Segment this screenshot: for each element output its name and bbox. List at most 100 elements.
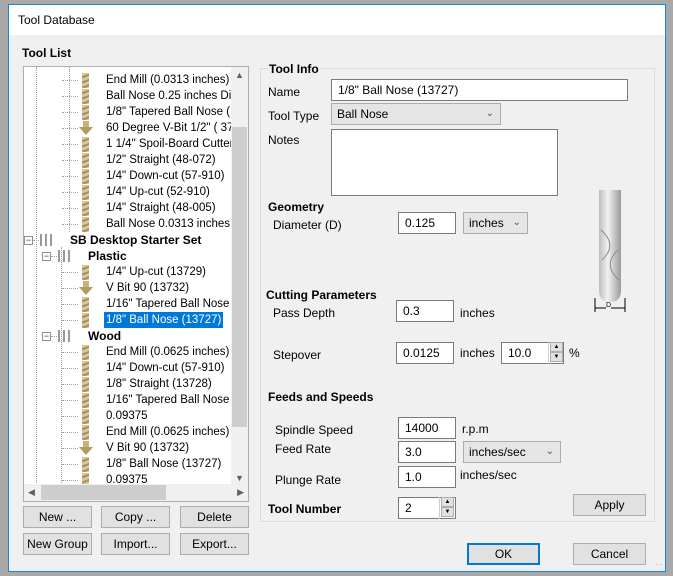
vertical-scrollbar[interactable]: ▲ ▼ bbox=[231, 67, 248, 486]
stepover-percent-spinner[interactable]: ▲ ▼ bbox=[548, 342, 564, 364]
tree-connector bbox=[62, 192, 78, 193]
tool-number-spinner[interactable]: ▲ ▼ bbox=[439, 497, 455, 519]
tree-item[interactable]: 1/2" Straight (48-072) bbox=[24, 152, 234, 168]
horizontal-scroll-thumb[interactable] bbox=[41, 485, 166, 500]
tree-item[interactable]: 1/4" Straight (48-005) bbox=[24, 200, 234, 216]
spin-up-icon[interactable]: ▲ bbox=[550, 342, 563, 352]
tree-item[interactable]: V Bit 90 (13732) bbox=[24, 440, 234, 456]
chevron-down-icon: ⌄ bbox=[512, 217, 521, 228]
tree-item[interactable]: End Mill (0.0625 inches) bbox=[24, 424, 234, 440]
notes-textarea[interactable] bbox=[331, 129, 558, 196]
tree-connector bbox=[62, 176, 78, 177]
diameter-units-select[interactable]: inches ⌄ bbox=[463, 212, 528, 234]
delete-button[interactable]: Delete bbox=[180, 506, 249, 528]
name-label: Name bbox=[268, 85, 301, 99]
tree-connector bbox=[62, 464, 78, 465]
tree-item-label: Ball Nose 0.0313 inches Di bbox=[106, 218, 245, 230]
collapse-icon[interactable]: − bbox=[42, 332, 51, 341]
tree-item[interactable]: 1/8" Ball Nose (13727) bbox=[24, 456, 234, 472]
feed-rate-input[interactable]: 3.0 bbox=[398, 441, 456, 463]
new-group-button[interactable]: New Group bbox=[23, 533, 92, 555]
tree-item[interactable]: 1/8" Ball Nose (13727) bbox=[24, 311, 234, 329]
vertical-scroll-thumb[interactable] bbox=[232, 127, 247, 427]
end-mill-icon bbox=[82, 137, 89, 152]
tree-item-label: End Mill (0.0313 inches) bbox=[106, 74, 230, 86]
tree-item[interactable]: 1/16" Tapered Ball Nose (1 bbox=[24, 392, 243, 408]
scroll-left-icon[interactable]: ◀ bbox=[28, 487, 35, 498]
diameter-input[interactable]: 0.125 bbox=[398, 212, 456, 234]
tree-connector bbox=[62, 288, 78, 289]
tree-item[interactable]: Ball Nose 0.25 inches Dia bbox=[24, 88, 238, 104]
tree-item[interactable]: End Mill (0.0625 inches) bbox=[24, 344, 234, 360]
horizontal-scrollbar[interactable]: ◀ ▶ bbox=[24, 484, 248, 501]
end-mill-icon bbox=[82, 377, 89, 392]
export-button[interactable]: Export... bbox=[180, 533, 249, 555]
tree-item-label: 60 Degree V-Bit 1/2" ( 37- bbox=[106, 122, 238, 134]
resize-grip-icon[interactable]: ⋯ bbox=[655, 560, 663, 569]
pass-depth-input[interactable]: 0.3 bbox=[396, 300, 454, 322]
tree-item-label: 1/4" Down-cut (57-910) bbox=[106, 170, 225, 182]
ball-nose-cutter-diagram-icon bbox=[594, 190, 626, 312]
tree-item[interactable]: 1/4" Down-cut (57-910) bbox=[24, 360, 234, 376]
tree-item[interactable]: 1 1/4" Spoil-Board Cutter ( bbox=[24, 136, 240, 152]
chevron-down-icon: ⌄ bbox=[485, 108, 494, 119]
tree-item[interactable]: 1/4" Up-cut (52-910) bbox=[24, 184, 234, 200]
tree-item[interactable]: 0.09375 bbox=[24, 408, 234, 424]
scroll-up-icon[interactable]: ▲ bbox=[235, 70, 244, 80]
tree-item[interactable]: End Mill (0.0313 inches) bbox=[24, 72, 234, 88]
chevron-down-icon: ⌄ bbox=[545, 446, 554, 457]
tree-group[interactable]: − Wood bbox=[24, 328, 234, 344]
tree-connector bbox=[62, 416, 78, 417]
plunge-rate-input[interactable]: 1.0 bbox=[398, 466, 456, 488]
end-mill-icon bbox=[82, 73, 89, 88]
collapse-icon[interactable]: − bbox=[42, 252, 51, 261]
name-input[interactable]: 1/8" Ball Nose (13727) bbox=[331, 79, 628, 101]
tree-item[interactable]: 1/8" Tapered Ball Nose ( 7 bbox=[24, 104, 240, 120]
tree-group[interactable]: − SB Desktop Starter Set bbox=[24, 232, 234, 248]
spindle-speed-input[interactable]: 14000 bbox=[398, 417, 456, 439]
feeds-speeds-heading: Feeds and Speeds bbox=[268, 390, 374, 404]
scroll-down-icon[interactable]: ▼ bbox=[235, 473, 244, 483]
tree-item[interactable]: 1/8" Straight (13728) bbox=[24, 376, 234, 392]
end-mill-icon bbox=[82, 217, 89, 232]
pass-depth-units: inches bbox=[460, 306, 495, 320]
feed-rate-units-select[interactable]: inches/sec ⌄ bbox=[463, 441, 561, 463]
tree-connector bbox=[61, 247, 62, 487]
end-mill-icon bbox=[82, 425, 89, 440]
import-button[interactable]: Import... bbox=[101, 533, 170, 555]
stepover-input[interactable]: 0.0125 bbox=[396, 342, 454, 364]
tool-number-label: Tool Number bbox=[268, 502, 342, 516]
tree-item-label: 1/8" Ball Nose (13727) bbox=[102, 311, 225, 329]
tree-connector bbox=[62, 320, 78, 321]
tree-item[interactable]: 1/16" Tapered Ball Nose (1 bbox=[24, 296, 243, 312]
apply-button[interactable]: Apply bbox=[573, 494, 646, 516]
scroll-right-icon[interactable]: ▶ bbox=[237, 487, 244, 498]
tool-list-heading: Tool List bbox=[22, 46, 72, 60]
end-mill-icon bbox=[82, 313, 89, 328]
tool-type-select[interactable]: Ball Nose ⌄ bbox=[331, 103, 501, 125]
tree-group[interactable]: − Plastic bbox=[24, 248, 234, 264]
plunge-rate-units: inches/sec bbox=[460, 468, 517, 482]
tree-connector bbox=[62, 448, 78, 449]
stepover-units: inches bbox=[460, 346, 495, 360]
spin-down-icon[interactable]: ▼ bbox=[550, 352, 563, 362]
cancel-button[interactable]: Cancel bbox=[573, 543, 646, 565]
geometry-heading: Geometry bbox=[268, 200, 325, 214]
tree-connector bbox=[36, 67, 37, 487]
end-mill-icon bbox=[82, 361, 89, 376]
collapse-icon[interactable]: − bbox=[24, 236, 33, 245]
spin-down-icon[interactable]: ▼ bbox=[441, 507, 454, 517]
tree-item-label: V Bit 90 (13732) bbox=[106, 442, 190, 454]
tree-item[interactable]: Ball Nose 0.0313 inches Di bbox=[24, 216, 244, 232]
ok-button[interactable]: OK bbox=[467, 543, 540, 565]
new-button[interactable]: New ... bbox=[23, 506, 92, 528]
tree-connector bbox=[62, 368, 78, 369]
tree-item[interactable]: V Bit 90 (13732) bbox=[24, 280, 234, 296]
tree-item[interactable]: 1/4" Up-cut (13729) bbox=[24, 264, 234, 280]
spin-up-icon[interactable]: ▲ bbox=[441, 497, 454, 507]
copy-button[interactable]: Copy ... bbox=[101, 506, 170, 528]
tree-item[interactable]: 1/4" Down-cut (57-910) bbox=[24, 168, 234, 184]
v-bit-icon bbox=[79, 441, 93, 455]
tool-tree[interactable]: End Mill (0.0313 inches) Ball Nose 0.25 i… bbox=[23, 66, 249, 502]
tree-item[interactable]: 60 Degree V-Bit 1/2" ( 37- bbox=[24, 120, 237, 136]
